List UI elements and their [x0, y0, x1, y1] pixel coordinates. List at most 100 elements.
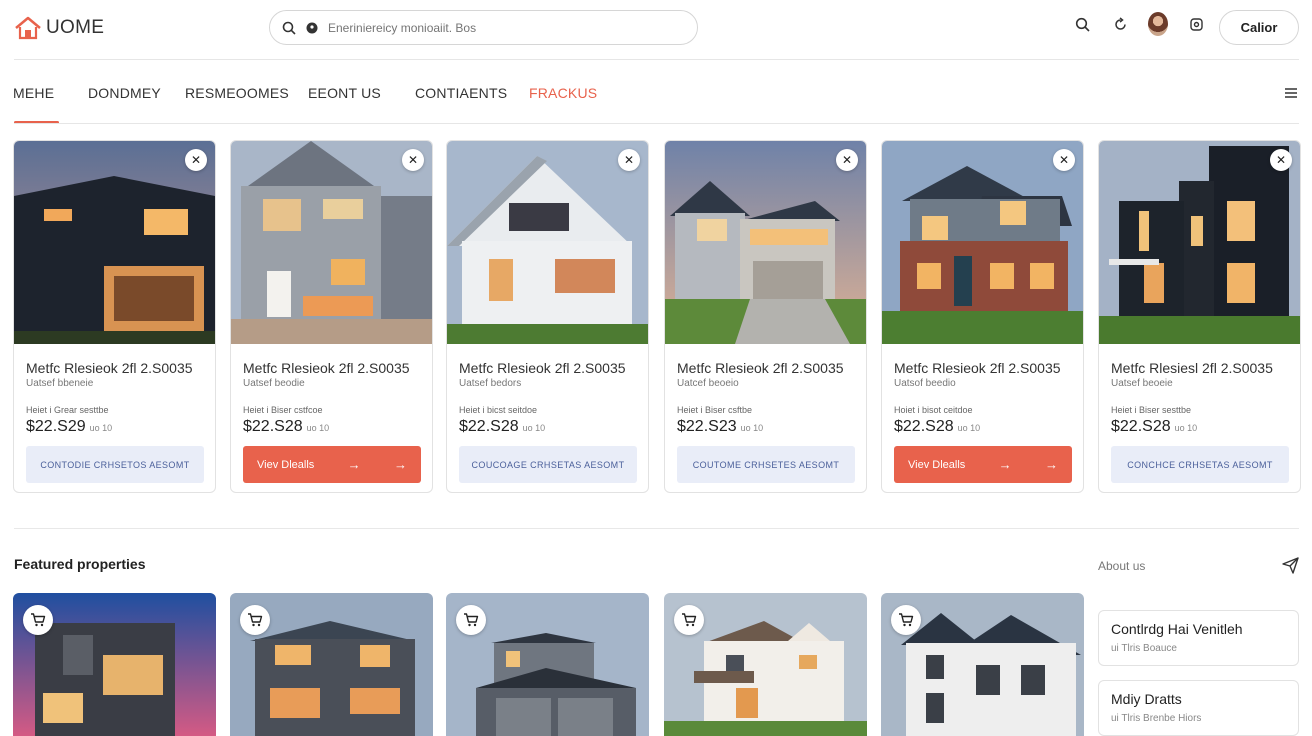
- property-photo: [231, 141, 432, 344]
- nav-item-mehe[interactable]: MEHE: [13, 85, 54, 101]
- listing-meta: Hoiet i bisot ceitdoe: [894, 405, 973, 415]
- about-us-link[interactable]: About us: [1098, 559, 1145, 573]
- listing-price: $22.S28 uo 10: [894, 418, 980, 436]
- top-header: UOME Calior: [0, 0, 1312, 58]
- listing-card[interactable]: ✕ Metfc Rlesieok 2fl 2.S0035 Uatsef bedo…: [446, 140, 649, 493]
- price-value: $22.S28: [243, 418, 303, 435]
- close-icon[interactable]: ✕: [185, 149, 207, 171]
- listing-action-button[interactable]: CONTODIE CRHSETOS AESOMT: [26, 446, 204, 483]
- listing-action-button[interactable]: COUCOAGE CRHSETAS AESOMT: [459, 446, 637, 483]
- price-unit: uo 10: [1174, 423, 1198, 433]
- nav-item-contiaents[interactable]: CONTIAENTS: [415, 85, 507, 101]
- cart-icon[interactable]: [891, 605, 921, 635]
- featured-property-card[interactable]: [230, 593, 433, 736]
- header-action-button[interactable]: Calior: [1219, 10, 1299, 45]
- cart-icon[interactable]: [456, 605, 486, 635]
- close-icon[interactable]: ✕: [618, 149, 640, 171]
- search-bar[interactable]: [269, 10, 698, 45]
- property-photo: [665, 141, 866, 344]
- search-icon: [282, 21, 296, 35]
- listing-meta: Heiet i Biser sesttbe: [1111, 405, 1192, 415]
- section-divider: [14, 528, 1299, 529]
- listing-subtitle: Uatsof beedio: [894, 378, 956, 389]
- arrow-right-icon: →: [394, 457, 407, 472]
- user-avatar[interactable]: [1148, 12, 1168, 36]
- listing-title: Metfc Rlesieok 2fl 2.S0035: [894, 360, 1061, 376]
- price-value: $22.S23: [677, 418, 737, 435]
- featured-property-card[interactable]: [881, 593, 1084, 736]
- price-unit: uo 10: [522, 423, 546, 433]
- nav-item-dondmey[interactable]: DONDMEY: [88, 85, 161, 101]
- listing-meta: Heiet i bicst seitdoe: [459, 405, 538, 415]
- side-info-box[interactable]: Contlrdg Hai Venitleh ui Tlris Boauce: [1098, 610, 1299, 666]
- price-unit: uo 10: [740, 423, 764, 433]
- listing-card[interactable]: ✕ Metfc Rlesieok 2fl 2.S0035 Uatcef beoe…: [664, 140, 867, 493]
- logo[interactable]: UOME: [14, 16, 104, 40]
- cart-icon[interactable]: [240, 605, 270, 635]
- arrow-right-icon: →: [347, 457, 361, 472]
- side-box-subtitle: ui Tlris Brenbe Hiors: [1111, 713, 1202, 724]
- property-photo: [14, 141, 215, 344]
- listing-meta: Heiet i Grear sesttbe: [26, 405, 109, 415]
- hamburger-menu-icon[interactable]: [1284, 86, 1298, 100]
- search-input[interactable]: [328, 20, 628, 35]
- listing-meta: Heiet i Biser csftbe: [677, 405, 753, 415]
- listing-title: Metfc Rlesieok 2fl 2.S0035: [243, 360, 410, 376]
- cart-icon[interactable]: [23, 605, 53, 635]
- price-value: $22.S29: [26, 418, 86, 435]
- listing-action-button[interactable]: COUTOME CRHSETES AESOMT: [677, 446, 855, 483]
- side-info-box[interactable]: Mdiy Dratts ui Tlris Brenbe Hiors: [1098, 680, 1299, 736]
- listing-title: Metfc Rlesieok 2fl 2.S0035: [677, 360, 844, 376]
- price-unit: uo 10: [957, 423, 981, 433]
- featured-property-card[interactable]: [664, 593, 867, 736]
- listing-card[interactable]: ✕ Metfc Rlesieok 2fl 2.S0035 Uatsef bben…: [13, 140, 216, 493]
- close-icon[interactable]: ✕: [1053, 149, 1075, 171]
- close-icon[interactable]: ✕: [836, 149, 858, 171]
- listing-title: Metfc Rlesieok 2fl 2.S0035: [26, 360, 193, 376]
- view-details-button[interactable]: Viev Dlealls → →: [894, 446, 1072, 483]
- view-details-button[interactable]: Viev Dlealls → →: [243, 446, 421, 483]
- avatar: [1148, 12, 1168, 36]
- listing-meta: Heiet i Biser cstfcoe: [243, 405, 323, 415]
- search-icon[interactable]: [1072, 14, 1092, 34]
- side-box-subtitle: ui Tlris Boauce: [1111, 643, 1177, 654]
- listing-subtitle: Uatsef beoeie: [1111, 378, 1173, 389]
- arrow-right-icon: →: [998, 457, 1012, 472]
- nav-item-eeont-us[interactable]: EEONT US: [308, 85, 381, 101]
- cart-icon[interactable]: [674, 605, 704, 635]
- price-unit: uo 10: [89, 423, 113, 433]
- settings-icon[interactable]: [1186, 14, 1206, 34]
- listing-subtitle: Uatcef beoeio: [677, 378, 739, 389]
- send-icon[interactable]: [1282, 557, 1299, 574]
- listing-price: $22.S28 uo 10: [459, 418, 545, 436]
- property-photo: [447, 141, 648, 344]
- side-box-title: Mdiy Dratts: [1111, 691, 1182, 707]
- featured-property-card[interactable]: [446, 593, 649, 736]
- price-unit: uo 10: [306, 423, 330, 433]
- listing-price: $22.S23 uo 10: [677, 418, 763, 436]
- listing-subtitle: Uatsef bedors: [459, 378, 522, 389]
- listing-price: $22.S28 uo 10: [243, 418, 329, 436]
- nav-item-resmeoomes[interactable]: RESMEOOMES: [185, 85, 289, 101]
- listing-card[interactable]: ✕ Metfc Rlesieok 2fl 2.S0035 Uatsef beod…: [230, 140, 433, 493]
- featured-property-card[interactable]: [13, 593, 216, 736]
- listing-card[interactable]: ✕ Metfc Rlesiesl 2fl 2.S0035 Uatsef beoe…: [1098, 140, 1301, 493]
- side-box-title: Contlrdg Hai Venitleh: [1111, 621, 1243, 637]
- price-value: $22.S28: [1111, 418, 1171, 435]
- price-value: $22.S28: [894, 418, 954, 435]
- nav-item-frackus[interactable]: FRACKUS: [529, 85, 597, 101]
- property-photo: [1099, 141, 1300, 344]
- listing-card[interactable]: ✕ Metfc Rlesieok 2fl 2.S0035 Uatsof beed…: [881, 140, 1084, 493]
- featured-section-title: Featured properties: [14, 556, 146, 572]
- listing-action-button[interactable]: CONCHCE CRHSETAS AESOMT: [1111, 446, 1289, 483]
- price-value: $22.S28: [459, 418, 519, 435]
- listing-title: Metfc Rlesieok 2fl 2.S0035: [459, 360, 626, 376]
- refresh-icon[interactable]: [1110, 14, 1130, 34]
- header-icons: [1072, 12, 1206, 36]
- property-photo: [882, 141, 1083, 344]
- close-icon[interactable]: ✕: [1270, 149, 1292, 171]
- close-icon[interactable]: ✕: [402, 149, 424, 171]
- location-pin-icon: [306, 22, 318, 33]
- listing-subtitle: Uatsef beodie: [243, 378, 305, 389]
- logo-text: UOME: [46, 17, 105, 38]
